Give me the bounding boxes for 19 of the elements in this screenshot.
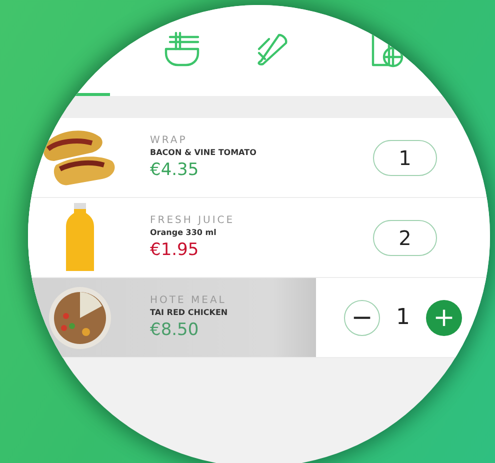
noodle-bowl-icon	[162, 29, 202, 69]
increase-button[interactable]: +	[426, 300, 462, 336]
item-name: TAI RED CHICKEN	[150, 308, 228, 317]
juice-bottle-drawing	[65, 202, 95, 272]
quantity-badge[interactable]: 2	[373, 220, 437, 256]
food-bowl-drawing	[48, 286, 112, 350]
quantity-value: 1	[396, 305, 410, 330]
quantity-badge[interactable]: 1	[373, 140, 437, 176]
item-name: BACON & VINE TOMATO	[150, 148, 256, 157]
item-price: €8.50	[150, 320, 200, 340]
cart-item-row[interactable]: FRESH JUICE Orange 330 ml €1.95 2	[28, 198, 490, 278]
tab-indicator	[74, 93, 110, 96]
decrease-button[interactable]: −	[344, 300, 380, 336]
item-category: HOTE MEAL	[150, 295, 228, 306]
item-category: FRESH JUICE	[150, 215, 235, 226]
item-category: WRAP	[150, 135, 188, 146]
item-price: €1.95	[150, 240, 200, 260]
item-price: €4.35	[150, 160, 200, 180]
item-name: Orange 330 ml	[150, 228, 218, 237]
